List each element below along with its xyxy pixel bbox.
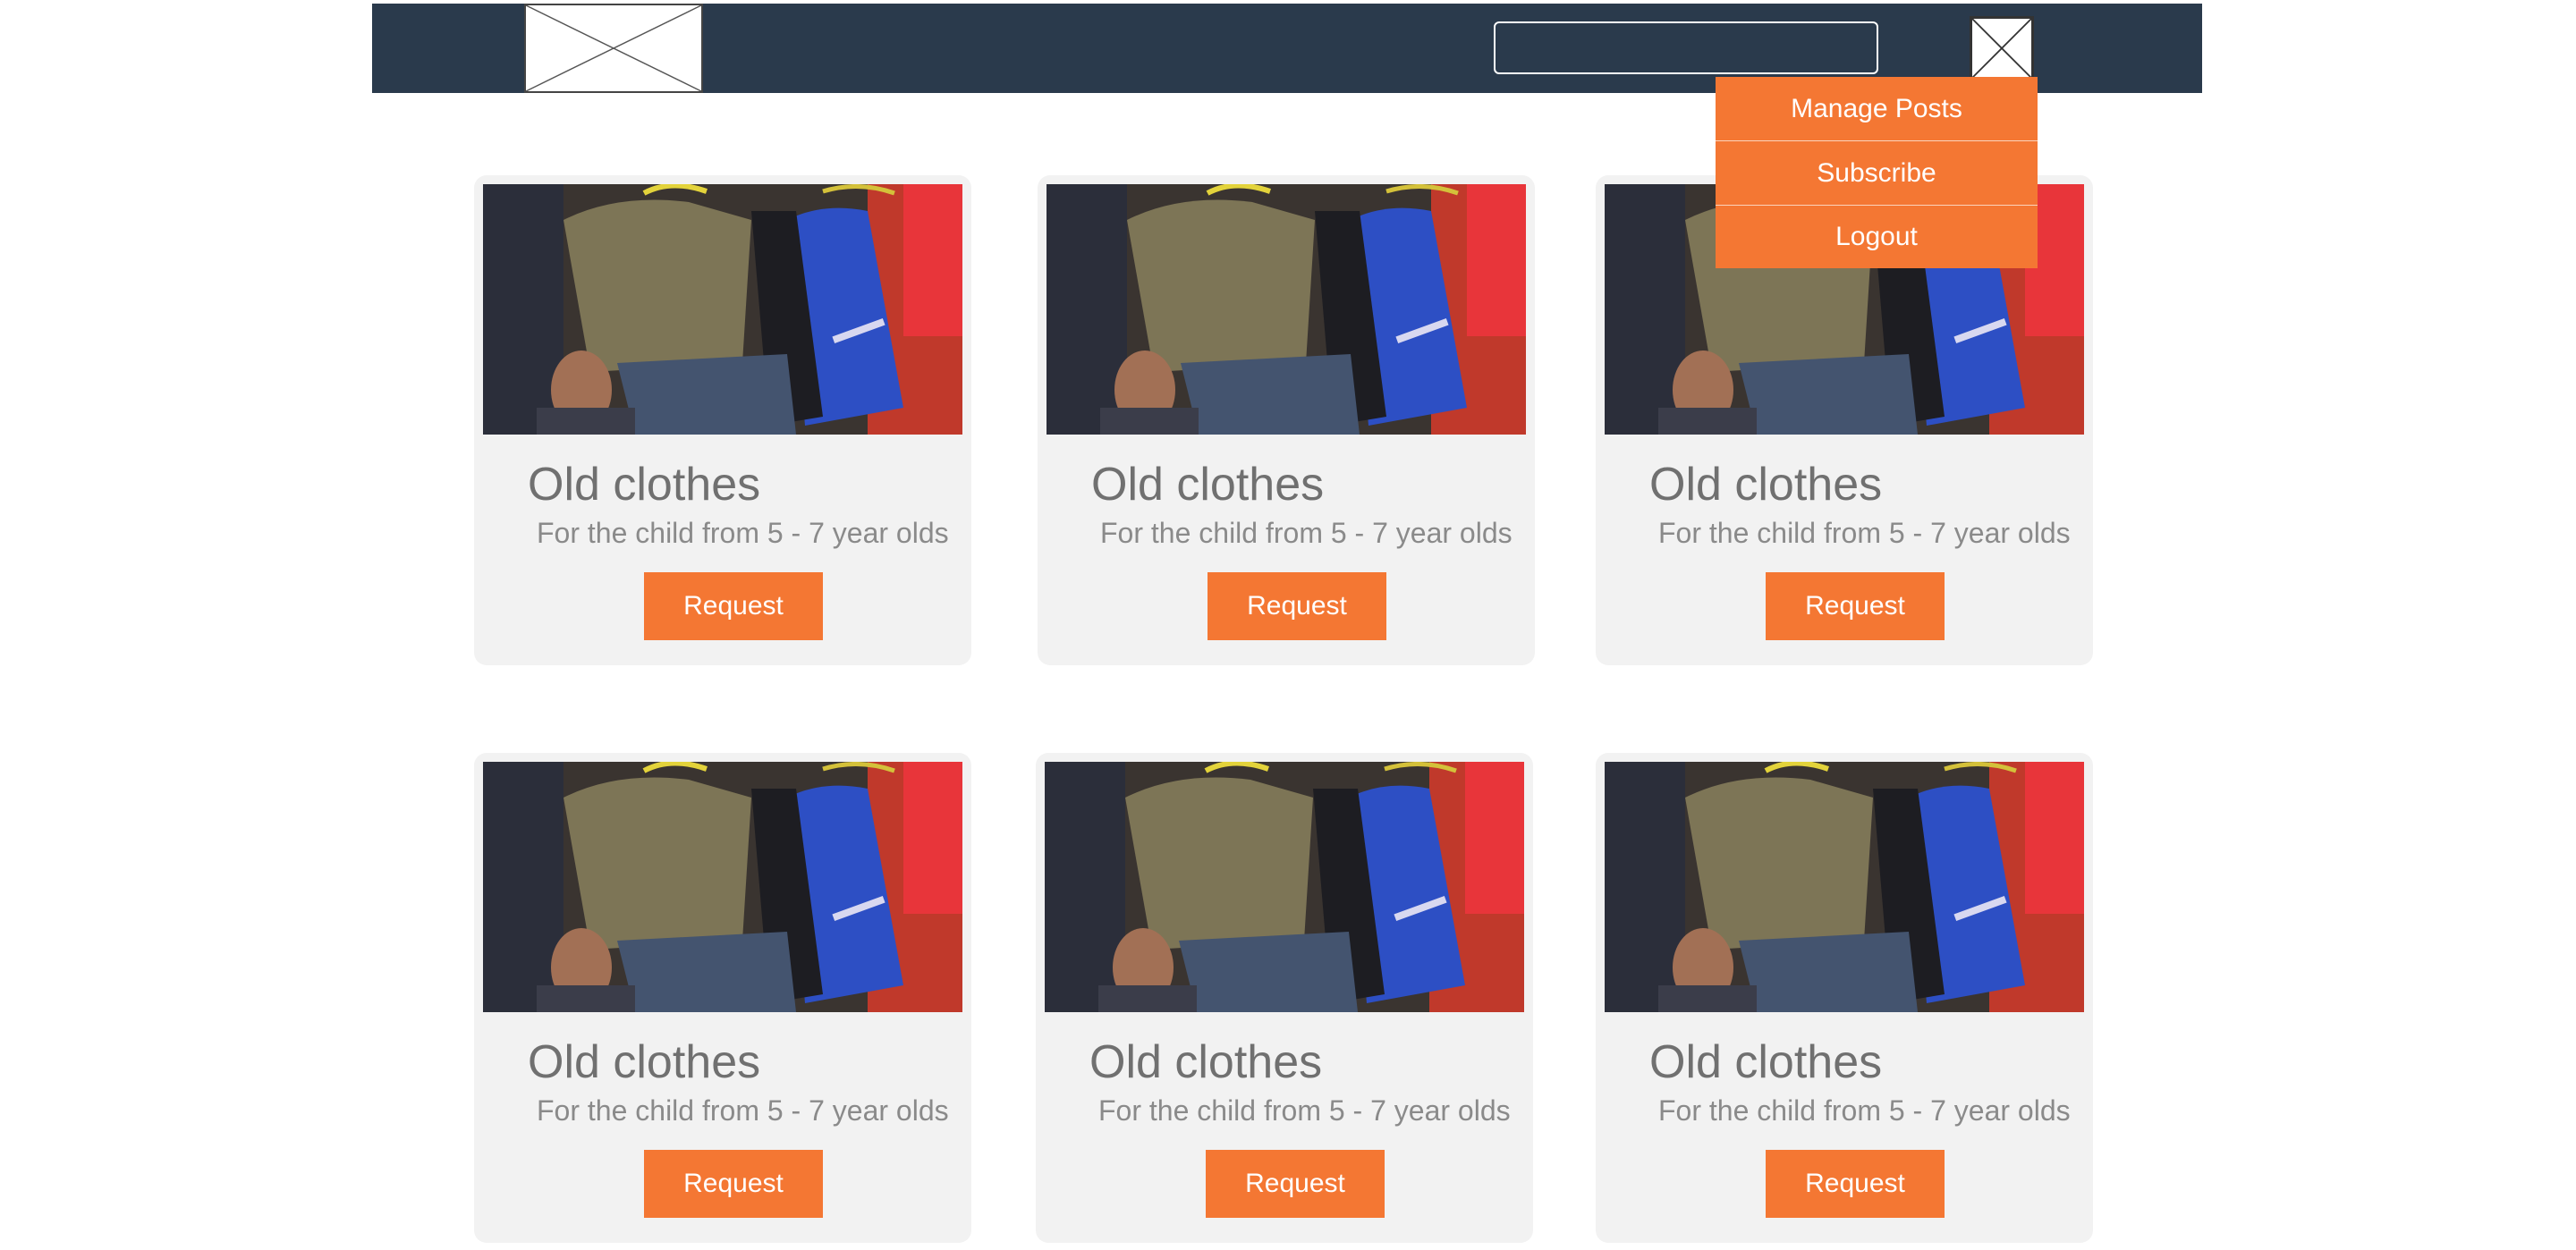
user-dropdown-menu: Manage Posts Subscribe Logout — [1716, 77, 2038, 268]
request-button[interactable]: Request — [1206, 1150, 1385, 1218]
post-title: Old clothes — [1089, 1036, 1323, 1088]
post-card-4: Old clothes For the child from 5 - 7 yea… — [474, 753, 971, 1243]
post-description: For the child from 5 - 7 year olds — [537, 1094, 949, 1127]
search-input[interactable] — [1494, 21, 1878, 74]
post-card-2: Old clothes For the child from 5 - 7 yea… — [1038, 175, 1535, 665]
page: Manage Posts Subscribe Logout Old clothe… — [0, 0, 2576, 1250]
request-button[interactable]: Request — [644, 1150, 823, 1218]
post-title: Old clothes — [528, 1036, 761, 1088]
post-description: For the child from 5 - 7 year olds — [537, 517, 949, 549]
post-title: Old clothes — [1649, 1036, 1883, 1088]
post-image — [1046, 184, 1526, 435]
post-card-1: Old clothes For the child from 5 - 7 yea… — [474, 175, 971, 665]
post-description: For the child from 5 - 7 year olds — [1100, 517, 1513, 549]
menu-item-logout[interactable]: Logout — [1716, 206, 2038, 268]
post-image — [483, 762, 962, 1012]
post-title: Old clothes — [528, 459, 761, 511]
request-button[interactable]: Request — [1766, 1150, 1945, 1218]
request-button[interactable]: Request — [644, 572, 823, 640]
menu-item-subscribe[interactable]: Subscribe — [1716, 141, 2038, 206]
post-description: For the child from 5 - 7 year olds — [1658, 1094, 2071, 1127]
post-description: For the child from 5 - 7 year olds — [1098, 1094, 1511, 1127]
post-image — [1605, 762, 2084, 1012]
post-title: Old clothes — [1091, 459, 1325, 511]
post-title: Old clothes — [1649, 459, 1883, 511]
post-image — [483, 184, 962, 435]
user-avatar-placeholder-icon[interactable] — [1970, 16, 2034, 80]
request-button[interactable]: Request — [1208, 572, 1386, 640]
request-button[interactable]: Request — [1766, 572, 1945, 640]
post-description: For the child from 5 - 7 year olds — [1658, 517, 2071, 549]
post-image — [1045, 762, 1524, 1012]
menu-item-manage-posts[interactable]: Manage Posts — [1716, 77, 2038, 141]
post-card-6: Old clothes For the child from 5 - 7 yea… — [1596, 753, 2093, 1243]
post-card-5: Old clothes For the child from 5 - 7 yea… — [1036, 753, 1533, 1243]
logo-placeholder-icon[interactable] — [524, 4, 703, 93]
